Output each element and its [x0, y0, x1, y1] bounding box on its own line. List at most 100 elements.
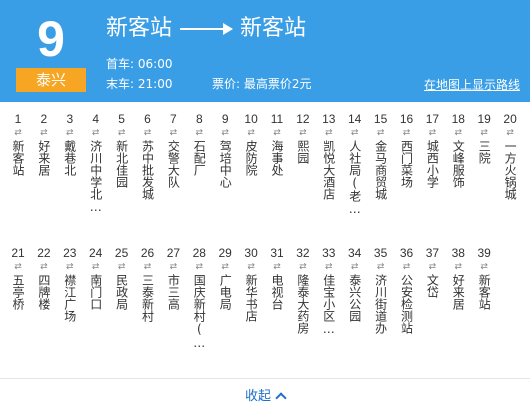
stop-item[interactable]: 34 ⇄ 泰兴公园 [344, 246, 366, 322]
bidirectional-arrows-icon: ⇄ [14, 128, 22, 138]
bidirectional-arrows-icon: ⇄ [350, 262, 359, 272]
stop-name: 凯悦大酒店 [321, 140, 336, 200]
bidirectional-arrows-icon: ⇄ [247, 128, 255, 138]
stop-item[interactable]: 24 ⇄ 南门口 [85, 246, 107, 310]
last-bus-time: 21:00 [137, 77, 173, 91]
stop-item[interactable]: 7 ⇄ 交警大队 [162, 112, 184, 188]
bidirectional-arrows-icon: ⇄ [428, 128, 437, 138]
stop-name: 济川中学北… [88, 140, 103, 214]
bidirectional-arrows-icon: ⇄ [350, 128, 359, 138]
stop-name: 交警大队 [166, 140, 181, 188]
stop-name: 驾培中心 [218, 140, 233, 188]
stop-name: 新华书店 [244, 274, 259, 322]
stop-name: 城西小学 [425, 140, 440, 188]
bidirectional-arrows-icon: ⇄ [402, 128, 411, 138]
stop-name: 五亭桥 [11, 274, 25, 310]
stop-name: 戴巷北 [62, 140, 77, 176]
stop-number: 4 [92, 112, 100, 126]
stop-item[interactable]: 5 ⇄ 新北佳园 [111, 112, 133, 188]
stop-name: 市三高 [166, 274, 181, 310]
last-bus-label: 末车: [106, 77, 135, 91]
stop-name: 新客站 [11, 140, 25, 176]
stop-name: 广电局 [218, 274, 233, 310]
bidirectional-arrows-icon: ⇄ [325, 128, 333, 138]
stop-item[interactable]: 13 ⇄ 凯悦大酒店 [318, 112, 340, 200]
stop-item[interactable]: 35 ⇄ 济川街道办 [370, 246, 392, 334]
stop-item[interactable]: 6 ⇄ 苏中批发城 [137, 112, 159, 200]
stop-name: 金马商贸城 [373, 140, 388, 200]
fare: 票价: 最高票价2元 [212, 76, 312, 92]
stop-item[interactable]: 18 ⇄ 文峰服饰 [447, 112, 469, 188]
stop-name: 南门口 [88, 274, 103, 310]
stop-number: 3 [66, 112, 74, 126]
stop-item[interactable]: 29 ⇄ 广电局 [214, 246, 236, 310]
bidirectional-arrows-icon: ⇄ [40, 128, 48, 138]
stop-item[interactable]: 25 ⇄ 民政局 [111, 246, 133, 310]
stop-item[interactable]: 15 ⇄ 金马商贸城 [370, 112, 392, 200]
stop-name: 电视台 [270, 274, 284, 310]
stop-number: 32 [296, 246, 310, 260]
stop-number: 33 [322, 246, 336, 260]
collapse-button[interactable]: 收起 [0, 388, 530, 406]
stop-item[interactable]: 2 ⇄ 好来居 [33, 112, 55, 176]
stop-item[interactable]: 28 ⇄ 国庆新村(… [188, 246, 210, 350]
stop-number: 27 [166, 246, 181, 260]
stop-item[interactable]: 3 ⇄ 戴巷北 [59, 112, 81, 176]
stop-item[interactable]: 14 ⇄ 人社局(老… [344, 112, 366, 216]
stop-item[interactable]: 1 ⇄ 新客站 [7, 112, 29, 176]
stop-item[interactable]: 32 ⇄ 隆泰大药房 [292, 246, 314, 334]
stop-item[interactable]: 12 ⇄ 熙园 [292, 112, 314, 164]
stop-item[interactable]: 11 ⇄ 海事处 [266, 112, 288, 176]
route-header: 9 泰兴 新客站 新客站 首车: 06:00 末车: 21:00 票价: 最高票… [0, 0, 530, 102]
stop-number: 9 [221, 112, 229, 126]
stop-name: 苏中批发城 [140, 140, 155, 200]
stop-number: 30 [244, 246, 258, 260]
bidirectional-arrows-icon: ⇄ [66, 128, 74, 138]
stop-item[interactable]: 9 ⇄ 驾培中心 [214, 112, 236, 188]
stop-number: 8 [195, 112, 203, 126]
stop-name: 皮防院 [244, 140, 259, 176]
stop-number: 7 [170, 112, 177, 126]
stop-item[interactable]: 10 ⇄ 皮防院 [240, 112, 262, 176]
show-route-on-map-link[interactable]: 在地图上显示路线 [424, 76, 520, 93]
stop-item[interactable]: 26 ⇄ 三泰新村 [137, 246, 159, 322]
bidirectional-arrows-icon: ⇄ [169, 128, 178, 138]
last-bus: 末车: 21:00 [106, 76, 172, 92]
stop-item[interactable]: 17 ⇄ 城西小学 [421, 112, 443, 188]
stop-item[interactable]: 31 ⇄ 电视台 [266, 246, 288, 310]
stop-name: 襟江广场 [62, 274, 77, 322]
route-from: 新客站 [106, 16, 173, 41]
stop-item[interactable]: 39 ⇄ 新客站 [473, 246, 495, 310]
stop-item[interactable]: 23 ⇄ 襟江广场 [59, 246, 81, 322]
chevron-up-icon [275, 392, 287, 404]
stop-name: 济川街道办 [373, 274, 388, 334]
stop-name: 四牌楼 [36, 274, 51, 310]
bidirectional-arrows-icon: ⇄ [91, 262, 100, 272]
bidirectional-arrows-icon: ⇄ [66, 262, 74, 272]
stop-item[interactable]: 20 ⇄ 一方火锅城 [499, 112, 521, 200]
stop-number: 26 [140, 246, 155, 260]
stop-item[interactable]: 21 ⇄ 五亭桥 [7, 246, 29, 310]
bidirectional-arrows-icon: ⇄ [91, 128, 100, 138]
bidirectional-arrows-icon: ⇄ [376, 262, 385, 272]
operator-tag: 泰兴 [16, 68, 86, 92]
stop-item[interactable]: 38 ⇄ 好来居 [447, 246, 469, 310]
stop-item[interactable]: 8 ⇄ 石配厂 [188, 112, 210, 176]
bidirectional-arrows-icon: ⇄ [143, 262, 152, 272]
stop-item[interactable]: 16 ⇄ 西门菜场 [396, 112, 418, 188]
stop-name: 石配厂 [192, 140, 207, 176]
stop-item[interactable]: 27 ⇄ 市三高 [162, 246, 184, 310]
stop-number: 13 [322, 112, 336, 126]
stop-item[interactable]: 30 ⇄ 新华书店 [240, 246, 262, 322]
stop-item[interactable]: 37 ⇄ 文岱 [421, 246, 443, 298]
bidirectional-arrows-icon: ⇄ [195, 262, 204, 272]
stop-item[interactable]: 19 ⇄ 三院 [473, 112, 495, 164]
stop-item[interactable]: 22 ⇄ 四牌楼 [33, 246, 55, 310]
stop-item[interactable]: 4 ⇄ 济川中学北… [85, 112, 107, 214]
stop-number: 5 [118, 112, 125, 126]
stop-number: 20 [503, 112, 517, 126]
stop-number: 39 [477, 246, 491, 260]
stop-number: 34 [348, 246, 362, 260]
stop-item[interactable]: 33 ⇄ 佳宝小区… [318, 246, 340, 336]
stop-item[interactable]: 36 ⇄ 公安检测站 [396, 246, 418, 334]
